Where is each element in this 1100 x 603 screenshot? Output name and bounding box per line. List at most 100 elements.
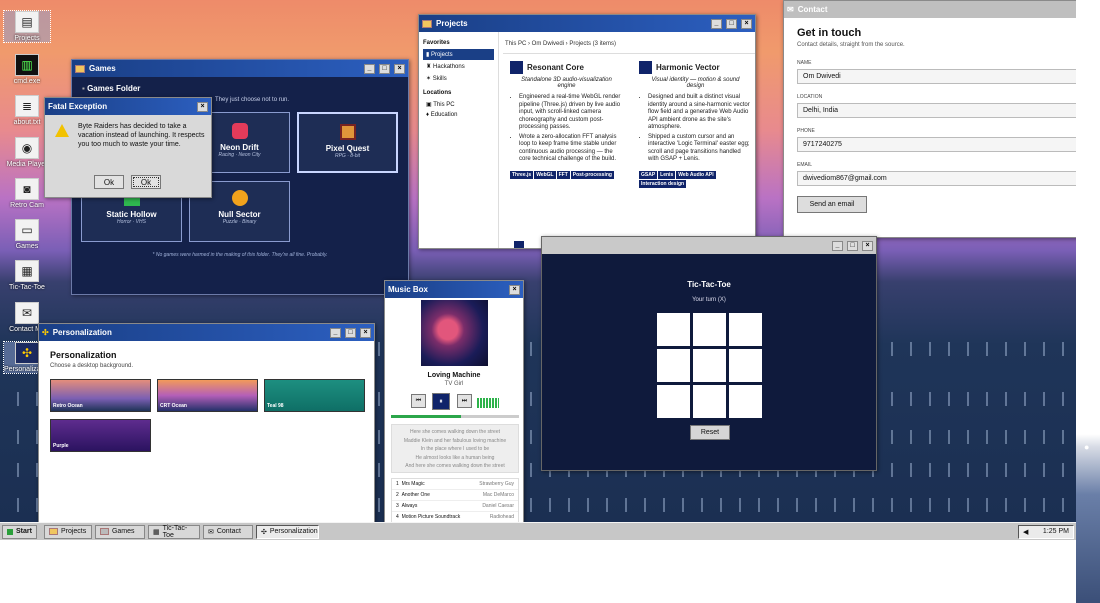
sidebar-item-education[interactable]: ♦ Education [423, 110, 494, 120]
close-button[interactable]: × [509, 284, 520, 295]
track-artist: Radiohead [489, 514, 514, 520]
background-option-teal-98[interactable]: Teal 98 [264, 379, 365, 412]
games-titlebar[interactable]: Games _ □ × [72, 60, 408, 77]
potion-icon [339, 124, 356, 140]
tag: Lenis [658, 170, 676, 179]
tictactoe-titlebar[interactable]: _ □ × [542, 237, 876, 254]
window-title: Contact [797, 5, 828, 14]
close-button[interactable]: × [360, 327, 371, 338]
maximize-button[interactable]: □ [726, 18, 737, 29]
board-cell[interactable] [657, 349, 690, 382]
board-cell[interactable] [657, 385, 690, 418]
game-card-pixel-quest[interactable]: Pixel Quest RPG · 8-bit [297, 112, 398, 173]
close-button[interactable]: × [394, 63, 405, 74]
equalizer-icon [477, 398, 499, 408]
desktop-icon-label: about.txt [13, 119, 41, 126]
board-cell[interactable] [729, 313, 762, 346]
taskbar-item-projects[interactable]: Projects [43, 524, 92, 539]
turn-status: Your turn (X) [692, 297, 726, 303]
phone-field[interactable]: 9717240275 [797, 137, 1079, 152]
sidebar-item-projects[interactable]: ▮ Projects [423, 49, 494, 60]
tag: Interaction design [639, 179, 687, 188]
taskbar-item-tictactoe[interactable]: ▦ Tic-Tac-Toe [147, 524, 200, 539]
song-title: Loving Machine [427, 372, 481, 379]
speaker-icon[interactable]: ◀ [1023, 528, 1028, 536]
contact-sub: Contact details, straight from the sourc… [797, 42, 905, 48]
breadcrumb[interactable]: This PC › Om Dwivedi › Projects (3 items… [505, 41, 616, 47]
projects-window: Projects _ □ × Favorites ▮ Projects ♜ Hacka… [418, 14, 756, 249]
email-field[interactable]: dwivediom867@gmail.com [797, 171, 1079, 186]
start-label: Start [16, 528, 32, 535]
mail-icon: ✉ [15, 302, 39, 324]
desktop-icon-cmd[interactable]: ▥ cmd.exe [4, 54, 50, 85]
folder-icon [422, 19, 432, 28]
background-option-purple[interactable]: Purple [50, 419, 151, 452]
track-artist: Mac DeMarco [482, 492, 514, 498]
minimize-button[interactable]: _ [364, 63, 375, 74]
desktop-icon-games[interactable]: ▭ Games [4, 219, 50, 250]
taskbar-item-label: Tic-Tac-Toe [162, 524, 188, 539]
camera-icon: ◙ [15, 178, 39, 200]
maximize-button[interactable]: □ [379, 63, 390, 74]
playlist-item[interactable]: 2 Another One Mac DeMarco [392, 490, 518, 501]
minimize-button[interactable]: _ [711, 18, 722, 29]
location-field[interactable]: Delhi, India [797, 103, 1079, 118]
desktop-icon-projects[interactable]: ▤ Projects [3, 10, 51, 43]
board-cell[interactable] [729, 385, 762, 418]
window-title: Personalization [52, 328, 112, 337]
playlist-item[interactable]: 1 Mrs Magic Strawberry Guy [392, 479, 518, 490]
progress-track[interactable] [391, 415, 519, 418]
music-titlebar[interactable]: Music Box × [385, 281, 523, 298]
clock[interactable]: 1:25 PM [1043, 528, 1069, 535]
pause-button[interactable]: ⏸ [432, 393, 450, 410]
lyric-line: He almost looks like a human being [415, 454, 495, 461]
playlist-item[interactable]: 4 Motion Picture Soundtrack Radiohead [392, 512, 518, 522]
track-number: 1 [396, 481, 399, 487]
name-field[interactable]: Om Dwivedi [797, 69, 1079, 84]
mail-icon: ✉ [787, 5, 794, 14]
taskbar-item-personalization[interactable]: ✣ Personalization [255, 524, 319, 539]
board-cell[interactable] [657, 313, 690, 346]
playlist-item[interactable]: 3 Always Daniel Caesar [392, 501, 518, 512]
background-option-crt-ocean[interactable]: CRT Ocean [157, 379, 258, 412]
close-button[interactable]: × [741, 18, 752, 29]
maximize-button[interactable]: □ [847, 240, 858, 251]
ok-button-secondary[interactable]: Ok [131, 175, 161, 189]
taskbar-item-contact[interactable]: ✉ Contact [202, 524, 253, 539]
window-title: Music Box [388, 285, 429, 294]
board-cell[interactable] [693, 313, 726, 346]
close-button[interactable]: × [862, 240, 873, 251]
project-card-harmonic-vector[interactable]: Harmonic Vector Visual identity — motion… [639, 61, 752, 188]
lyric-line: Maddie Klein and her fabulous loving mac… [403, 437, 507, 444]
start-button[interactable]: Start [2, 524, 37, 539]
previous-button[interactable]: ⏮ [411, 394, 426, 408]
personalization-titlebar[interactable]: ✣ Personalization _ □ × [39, 324, 374, 341]
desktop-icon-tictactoe[interactable]: ▦ Tic-Tac-Toe [4, 260, 50, 291]
reset-button[interactable]: Reset [690, 425, 730, 440]
close-button[interactable]: × [197, 101, 208, 112]
next-button[interactable]: ⏭ [457, 394, 472, 408]
board-cell[interactable] [693, 385, 726, 418]
target-icon [231, 190, 248, 206]
sidebar-item-hackathons[interactable]: ♜ Hackathons [423, 61, 494, 72]
board-cell[interactable] [693, 349, 726, 382]
projects-titlebar[interactable]: Projects _ □ × [419, 15, 755, 32]
sidebar-item-skills[interactable]: ✶ Skills [423, 73, 494, 84]
playlist: 1 Mrs Magic Strawberry Guy 2 Another One M… [391, 478, 519, 522]
tag: WebGL [534, 170, 556, 179]
minimize-button[interactable]: _ [832, 240, 843, 251]
maximize-button[interactable]: □ [345, 327, 356, 338]
track-artist: Daniel Caesar [482, 503, 514, 509]
background-option-retro-ocean[interactable]: Retro Ocean [50, 379, 151, 412]
sidebar-item-this-pc[interactable]: ▣ This PC [423, 99, 494, 110]
dialog-titlebar[interactable]: Fatal Exception × [45, 98, 211, 115]
minimize-button[interactable]: _ [330, 327, 341, 338]
trophy-icon: ♜ [426, 64, 434, 70]
send-email-button[interactable]: Send an email [797, 196, 867, 213]
contact-titlebar[interactable]: ✉ Contact [784, 1, 1079, 18]
board-cell[interactable] [729, 349, 762, 382]
project-card-resonant-core[interactable]: Resonant Core Standalone 3D audio-visual… [510, 61, 623, 179]
ok-button[interactable]: Ok [94, 175, 124, 189]
apple-icon: ● [1084, 442, 1090, 452]
taskbar-item-games[interactable]: Games [94, 524, 145, 539]
